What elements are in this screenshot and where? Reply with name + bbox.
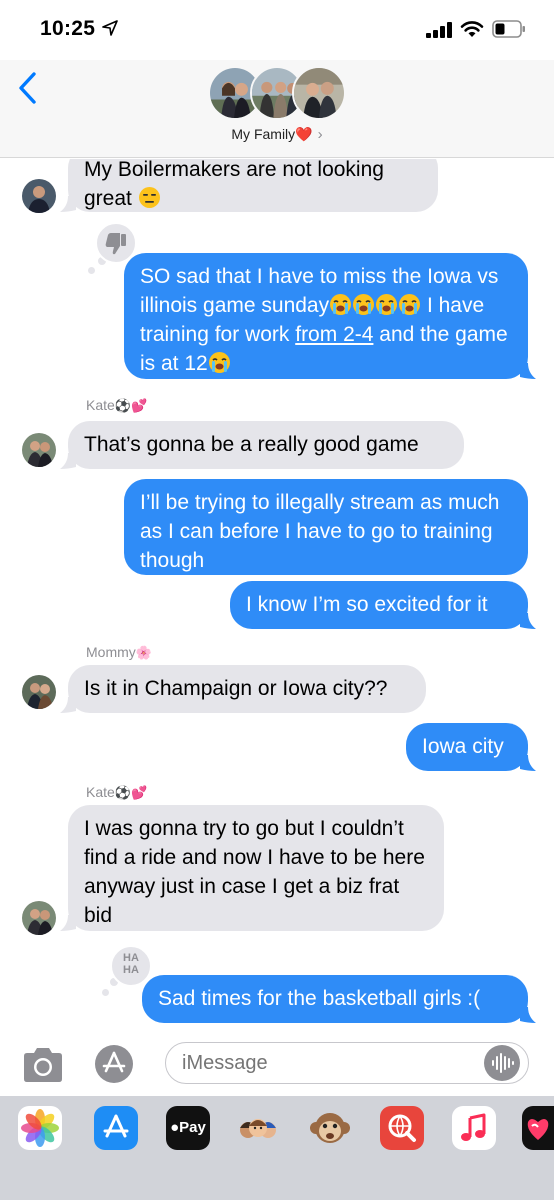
- message-thread[interactable]: My Boilermakers are not looking great SO…: [0, 159, 554, 1025]
- message-bubble-incoming[interactable]: That’s gonna be a really good game: [68, 421, 464, 469]
- group-name: My Family: [231, 126, 296, 142]
- message-text: Iowa city: [422, 735, 504, 758]
- apple-pay-app-icon[interactable]: ●Pay: [166, 1106, 210, 1150]
- message-text: That’s gonna be a really good game: [84, 433, 419, 456]
- sender-avatar: [22, 675, 56, 709]
- bubble-tail: [60, 915, 76, 931]
- sender-avatar: [22, 433, 56, 467]
- cellular-signal-icon: [426, 22, 452, 38]
- bubble-tail: [520, 363, 536, 379]
- status-bar: 10:25: [0, 0, 554, 60]
- sender-name: Mommy🌸: [86, 644, 152, 660]
- message-text: Is it in Champaign or Iowa city??: [84, 677, 388, 700]
- bubble-tail: [60, 453, 76, 469]
- tapback-dot: [88, 267, 95, 274]
- group-name-emoji: ❤️: [295, 126, 313, 142]
- conversation-header: My Family❤️ ›: [0, 60, 554, 158]
- location-arrow-icon: [102, 20, 118, 36]
- camera-icon[interactable]: [20, 1046, 66, 1084]
- tapback-haha[interactable]: HA HA: [110, 945, 152, 987]
- group-name-button[interactable]: My Family❤️ ›: [0, 126, 554, 143]
- message-bubble-outgoing[interactable]: SO sad that I have to miss the Iowa vs i…: [124, 253, 528, 379]
- wifi-icon: [460, 21, 484, 37]
- audio-waveform-icon: [492, 1053, 514, 1073]
- app-store-icon[interactable]: [94, 1044, 134, 1084]
- audio-message-button[interactable]: [484, 1045, 520, 1081]
- haha-icon: HA HA: [123, 952, 139, 976]
- apple-pay-label: ●Pay: [170, 1119, 206, 1136]
- tapback-dot: [102, 989, 109, 996]
- message-bubble-outgoing[interactable]: I’ll be trying to illegally stream as mu…: [124, 479, 528, 575]
- app-store-app-icon[interactable]: [94, 1106, 138, 1150]
- music-app-icon[interactable]: [452, 1106, 496, 1150]
- sender-name: Kate⚽️💕: [86, 397, 148, 413]
- message-text: I was gonna try to go but I couldn’t fin…: [84, 817, 425, 927]
- message-text: Sad times for the basketball girls :(: [158, 987, 481, 1010]
- app-drawer: ●Pay: [0, 1096, 554, 1200]
- message-bubble-outgoing[interactable]: Iowa city: [406, 723, 528, 771]
- bubble-tail: [520, 755, 536, 771]
- web-search-app-icon[interactable]: [380, 1106, 424, 1150]
- thumbs-down-icon: [105, 233, 126, 255]
- imessage-input[interactable]: [165, 1042, 529, 1084]
- group-avatars[interactable]: [208, 66, 348, 124]
- message-text: My Boilermakers are not looking great: [84, 159, 384, 210]
- animoji-app-icon[interactable]: [308, 1106, 352, 1150]
- member-avatar: [292, 66, 346, 120]
- sender-name: Kate⚽️💕: [86, 784, 148, 800]
- battery-icon: [492, 20, 525, 38]
- status-time: 10:25: [40, 17, 96, 40]
- message-text: I’ll be trying to illegally stream as mu…: [140, 491, 500, 572]
- message-bubble-incoming[interactable]: Is it in Champaign or Iowa city??: [68, 665, 426, 713]
- bubble-tail: [60, 196, 76, 212]
- bubble-tail: [520, 613, 536, 629]
- data-detector-link[interactable]: from 2-4: [295, 323, 373, 346]
- photos-app-icon[interactable]: [18, 1106, 62, 1150]
- digital-touch-app-icon[interactable]: [522, 1106, 554, 1150]
- compose-bar: [0, 1030, 554, 1096]
- back-button-chevron-left-icon[interactable]: [12, 66, 46, 110]
- crying-faces-emoji: [329, 294, 421, 317]
- message-text: I know I’m so excited for it: [246, 593, 488, 616]
- message-bubble-outgoing[interactable]: Sad times for the basketball girls :(: [142, 975, 528, 1023]
- message-bubble-incoming[interactable]: I was gonna try to go but I couldn’t fin…: [68, 805, 444, 931]
- chevron-right-icon: ›: [317, 126, 323, 143]
- sender-avatar: [22, 901, 56, 935]
- crying-face-emoji: [208, 351, 231, 374]
- message-bubble-outgoing[interactable]: I know I’m so excited for it: [230, 581, 528, 629]
- bubble-tail: [520, 1007, 536, 1023]
- memoji-app-icon[interactable]: [236, 1106, 280, 1150]
- sender-avatar: [22, 179, 56, 213]
- bubble-tail: [60, 697, 76, 713]
- expressionless-face-emoji: [138, 186, 161, 209]
- message-bubble-incoming[interactable]: My Boilermakers are not looking great: [68, 159, 438, 212]
